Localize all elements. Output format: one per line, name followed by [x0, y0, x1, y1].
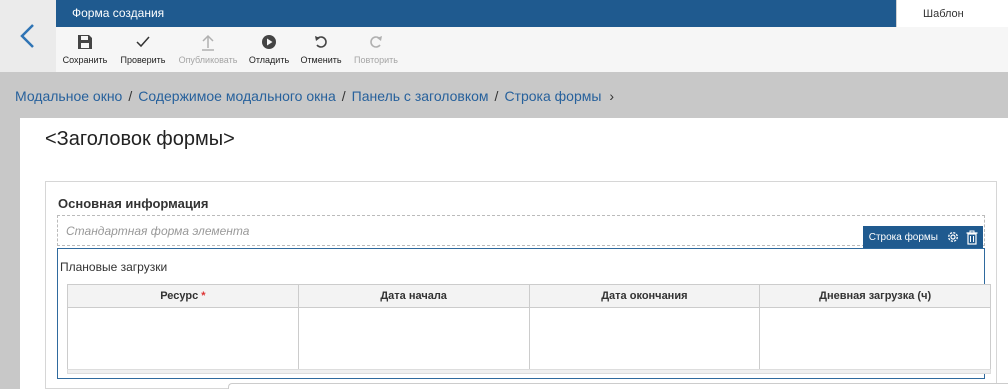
gear-icon[interactable] — [946, 230, 960, 244]
required-mark: * — [201, 290, 206, 302]
chevron-left-icon — [20, 24, 34, 48]
publish-label: Опубликовать — [178, 55, 238, 65]
debug-button[interactable]: Отладить — [247, 27, 291, 72]
save-icon — [78, 35, 92, 49]
column-header-resource[interactable]: Ресурс * — [67, 284, 299, 308]
trash-icon[interactable] — [965, 230, 979, 245]
undo-button[interactable]: Отменить — [298, 27, 344, 72]
save-label: Сохранить — [62, 55, 108, 65]
form-row-selected[interactable]: Строка формы Плановые загрузки Ресурс * … — [57, 226, 991, 379]
table-scrollbar[interactable] — [67, 369, 991, 374]
breadcrumb: Модальное окно / Содержимое модального о… — [15, 88, 614, 104]
form-row-badge-label: Строка формы — [868, 231, 938, 243]
form-title[interactable]: <Заголовок формы> — [45, 128, 235, 151]
table-cell[interactable] — [528, 307, 761, 370]
debug-label: Отладить — [248, 55, 290, 65]
next-element-edge — [228, 383, 1008, 389]
chevron-right-icon[interactable]: › — [609, 88, 614, 104]
undo-icon — [315, 36, 327, 48]
publish-button[interactable]: Опубликовать — [177, 27, 239, 72]
table-cell[interactable] — [297, 307, 530, 370]
redo-label: Повторить — [354, 55, 398, 65]
back-button[interactable] — [0, 0, 56, 72]
template-tab[interactable]: Шаблон — [896, 0, 1008, 27]
column-header-daily-load[interactable]: Дневная загрузка (ч) — [759, 284, 991, 308]
breadcrumb-separator: / — [494, 88, 499, 104]
toolbar: Сохранить Проверить Опубликовать Отладит… — [56, 27, 1008, 72]
undo-label: Отменить — [300, 55, 342, 65]
planned-loads-table: Ресурс * Дата начала Дата окончания Днев… — [67, 284, 991, 370]
table-row — [67, 307, 991, 370]
window-title-bar: Форма создания — [56, 0, 896, 27]
breadcrumb-item-titled-panel[interactable]: Панель с заголовком — [352, 88, 489, 104]
column-header-end-date[interactable]: Дата окончания — [528, 284, 761, 308]
breadcrumb-item-modal-window[interactable]: Модальное окно — [15, 88, 122, 104]
breadcrumb-separator: / — [128, 88, 133, 104]
save-button[interactable]: Сохранить — [62, 27, 108, 72]
form-row-badge: Строка формы — [862, 226, 983, 248]
column-header-start-date[interactable]: Дата начала — [297, 284, 530, 308]
play-circle-icon — [262, 35, 276, 49]
panel-title: Основная информация — [58, 196, 209, 211]
breadcrumb-item-modal-content[interactable]: Содержимое модального окна — [138, 88, 336, 104]
breadcrumb-separator: / — [341, 88, 346, 104]
window-title: Форма создания — [72, 6, 165, 20]
check-button[interactable]: Проверить — [118, 27, 168, 72]
breadcrumb-item-form-row[interactable]: Строка формы — [504, 88, 601, 104]
form-canvas: <Заголовок формы> Основная информация Ст… — [20, 118, 1008, 389]
titled-panel[interactable]: Основная информация Стандартная форма эл… — [45, 181, 997, 389]
redo-icon — [370, 36, 382, 48]
table-cell[interactable] — [67, 307, 299, 370]
standard-form-row[interactable]: Стандартная форма элемента — [57, 215, 985, 246]
check-icon — [136, 36, 150, 48]
redo-button[interactable]: Повторить — [352, 27, 400, 72]
table-cell[interactable] — [759, 307, 991, 370]
upload-icon — [202, 34, 214, 51]
check-label: Проверить — [120, 55, 166, 65]
planned-loads-label: Плановые загрузки — [60, 260, 168, 274]
